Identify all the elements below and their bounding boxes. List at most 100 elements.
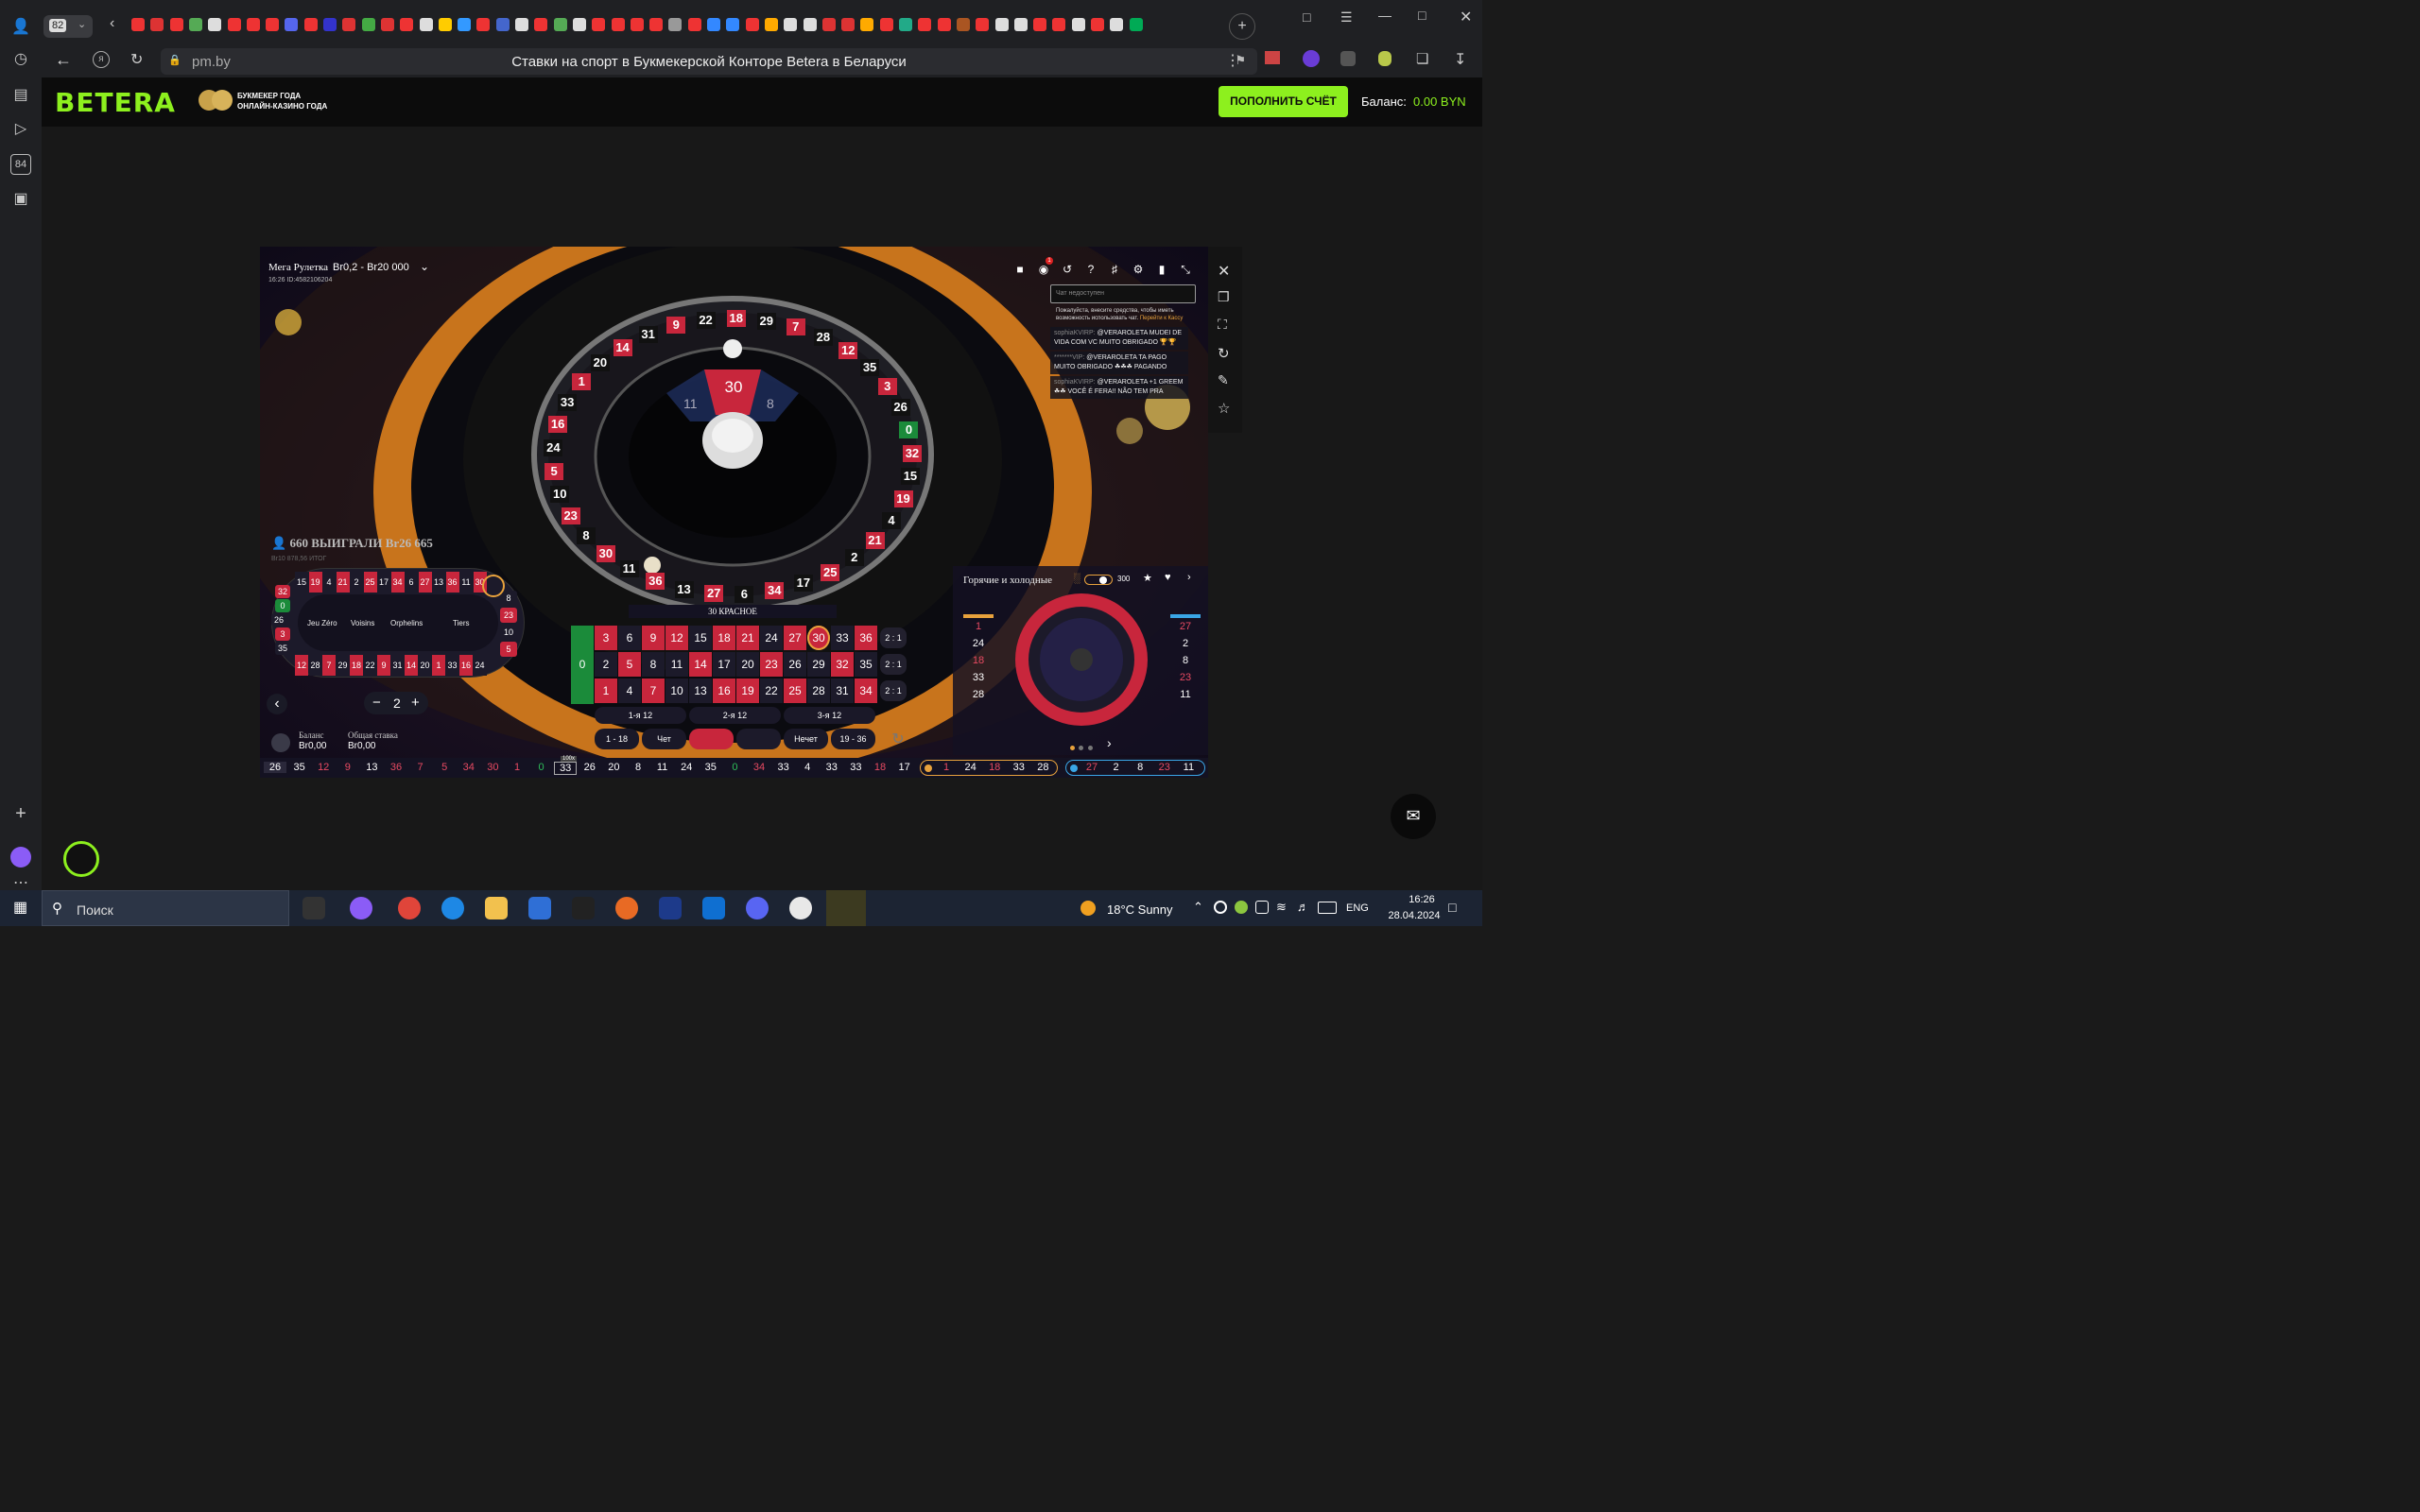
bet-number-cell[interactable]: 17 bbox=[713, 652, 735, 677]
bet-dozen[interactable]: 2-я 12 bbox=[689, 707, 781, 724]
racetrack-cell[interactable]: 24 bbox=[473, 655, 487, 676]
yandex-browser-icon[interactable] bbox=[789, 897, 812, 919]
pinned-tab-37-icon[interactable] bbox=[821, 18, 836, 31]
webstorm-icon[interactable] bbox=[702, 897, 725, 919]
minimize-icon[interactable]: — bbox=[1378, 8, 1392, 23]
racetrack-cell[interactable]: 31 bbox=[390, 655, 405, 676]
pinned-tab-17-icon[interactable] bbox=[438, 18, 452, 31]
racetrack-section[interactable]: Voisins bbox=[351, 619, 374, 627]
pinned-tab-40-icon[interactable] bbox=[879, 18, 893, 31]
range-toggle[interactable] bbox=[1084, 575, 1113, 585]
bet-number-cell[interactable]: 33 bbox=[831, 626, 854, 650]
racetrack-cell[interactable]: 3 bbox=[275, 627, 290, 641]
roulette-game[interactable]: 9 22 18 29 7 28 12 35 3 26 0 32 15 19 4 21 2 25 17 34 6 27 13 3… bbox=[260, 247, 1208, 778]
racetrack-cell[interactable]: 8 bbox=[500, 591, 517, 606]
pinned-tab-13-icon[interactable] bbox=[361, 18, 375, 31]
pinned-tab-49-icon[interactable] bbox=[1052, 18, 1066, 31]
bet-number-cell[interactable]: 18 bbox=[713, 626, 735, 650]
pinned-tab-32-icon[interactable] bbox=[726, 18, 740, 31]
tray-chevron-icon[interactable]: ⌃ bbox=[1193, 900, 1203, 915]
pinned-tab-34-icon[interactable] bbox=[764, 18, 778, 31]
bet-outside[interactable]: Чет bbox=[642, 729, 686, 749]
bet-number-cell[interactable]: 5 bbox=[618, 652, 641, 677]
pinned-tab-44-icon[interactable] bbox=[956, 18, 970, 31]
yandex-icon[interactable]: я bbox=[93, 51, 110, 68]
app-shield-icon[interactable] bbox=[572, 897, 595, 919]
tray-app-2-icon[interactable] bbox=[1235, 901, 1248, 914]
bet-number-cell[interactable]: 4 bbox=[618, 679, 641, 703]
discord-icon[interactable] bbox=[746, 897, 769, 919]
pinned-tab-25-icon[interactable] bbox=[592, 18, 606, 31]
edge-icon[interactable] bbox=[441, 897, 464, 919]
store-icon[interactable] bbox=[528, 897, 551, 919]
increase-button[interactable]: + bbox=[411, 695, 420, 711]
racetrack-cell[interactable]: 17 bbox=[377, 572, 390, 593]
back-arrow-icon[interactable]: ‹ bbox=[267, 694, 287, 714]
bet-number-cell[interactable]: 29 bbox=[807, 652, 830, 677]
language-indicator[interactable]: ENG bbox=[1346, 902, 1369, 914]
racetrack-cell[interactable]: 0 bbox=[275, 599, 290, 612]
pinned-tab-53-icon[interactable] bbox=[1129, 18, 1143, 31]
bet-number-cell[interactable]: 10 bbox=[666, 679, 688, 703]
pinned-tab-20-icon[interactable] bbox=[495, 18, 510, 31]
file-explorer-icon[interactable] bbox=[485, 897, 508, 919]
betera-logo[interactable]: BETERA bbox=[55, 87, 176, 118]
chip-stepper[interactable]: − 2 + bbox=[364, 692, 428, 714]
bet-column[interactable]: 2 : 1 bbox=[880, 627, 907, 648]
pinned-tab-47-icon[interactable] bbox=[1013, 18, 1028, 31]
pinned-tab-35-icon[interactable] bbox=[784, 18, 798, 31]
casino-widget-icon[interactable] bbox=[63, 841, 99, 877]
close-window-icon[interactable]: ✕ bbox=[1460, 8, 1472, 26]
bet-number-cell[interactable]: 3 bbox=[595, 626, 617, 650]
pinned-tab-9-icon[interactable] bbox=[285, 18, 299, 31]
racetrack-cell[interactable]: 5 bbox=[500, 642, 517, 657]
extension-4-icon[interactable] bbox=[1378, 51, 1392, 66]
back-icon[interactable]: ← bbox=[55, 50, 72, 70]
bet-number-cell[interactable]: 8 bbox=[642, 652, 665, 677]
bet-number-cell[interactable]: 1 bbox=[595, 679, 617, 703]
racetrack-cell[interactable]: 15 bbox=[295, 572, 308, 593]
expand-icon[interactable]: ⛶ bbox=[1218, 317, 1227, 333]
racetrack-cell[interactable]: 12 bbox=[295, 655, 308, 676]
racetrack-section[interactable]: Orphelins bbox=[390, 619, 423, 627]
bet-column[interactable]: 2 : 1 bbox=[880, 680, 907, 701]
racetrack-cell[interactable]: 20 bbox=[418, 655, 432, 676]
pinned-tab-31-icon[interactable] bbox=[707, 18, 720, 31]
tabs-back-icon[interactable]: ‹ bbox=[110, 15, 114, 32]
bet-number-cell[interactable]: 11 bbox=[666, 652, 688, 677]
bet-number-cell[interactable]: 16 bbox=[713, 679, 735, 703]
bet-outside[interactable] bbox=[736, 729, 781, 749]
racetrack-cell[interactable]: 29 bbox=[336, 655, 350, 676]
bet-number-cell[interactable]: 2 bbox=[595, 652, 617, 677]
history-icon[interactable]: ◷ bbox=[10, 49, 31, 70]
rebet-icon[interactable]: ↻ bbox=[888, 730, 908, 750]
pinned-tab-4-icon[interactable] bbox=[188, 18, 202, 31]
pinned-tab-45-icon[interactable] bbox=[976, 18, 990, 31]
bet-number-cell[interactable]: 36 bbox=[855, 626, 877, 650]
pinned-tab-39-icon[interactable] bbox=[860, 18, 874, 31]
panel-next-icon[interactable]: › bbox=[1107, 735, 1112, 750]
pinned-tab-3-icon[interactable] bbox=[169, 18, 183, 31]
bet-column[interactable]: 2 : 1 bbox=[880, 654, 907, 675]
decrease-button[interactable]: − bbox=[372, 695, 381, 711]
volume-icon[interactable]: ♬ bbox=[1297, 900, 1309, 914]
pinned-tab-14-icon[interactable] bbox=[380, 18, 394, 31]
pinned-tab-36-icon[interactable] bbox=[803, 18, 817, 31]
pinned-tab-8-icon[interactable] bbox=[266, 18, 280, 31]
pinned-tab-18-icon[interactable] bbox=[458, 18, 472, 31]
extensions-icon[interactable]: ❏ bbox=[1416, 50, 1428, 67]
racetrack-cell[interactable]: 19 bbox=[308, 572, 322, 593]
pinned-tab-26-icon[interactable] bbox=[611, 18, 625, 31]
taskbar-search[interactable]: ⚲ Поиск bbox=[42, 890, 289, 926]
pinned-tab-2-icon[interactable] bbox=[150, 18, 164, 31]
download-icon[interactable]: ↧ bbox=[1454, 50, 1466, 69]
pinned-tab-46-icon[interactable] bbox=[994, 18, 1009, 31]
bet-number-cell[interactable]: 6 bbox=[618, 626, 641, 650]
bet-number-cell[interactable]: 15 bbox=[689, 626, 712, 650]
racetrack-cell[interactable]: 10 bbox=[500, 625, 517, 640]
windows-start-icon[interactable]: ▦ bbox=[13, 900, 30, 917]
pinned-tab-38-icon[interactable] bbox=[841, 18, 856, 31]
alice-icon[interactable] bbox=[10, 847, 31, 868]
chat-cashier-link[interactable]: Перейти к Кассу bbox=[1140, 316, 1184, 321]
racetrack-cell[interactable]: 1 bbox=[432, 655, 445, 676]
